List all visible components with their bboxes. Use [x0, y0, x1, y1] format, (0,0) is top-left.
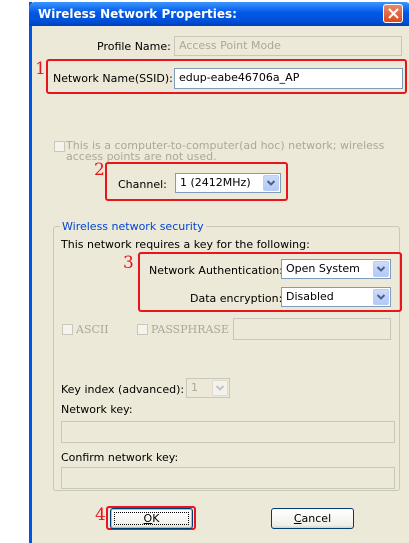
key-index-label: Key index (advanced): — [61, 383, 185, 396]
annotation-3: 3 — [123, 253, 134, 273]
window-title: Wireless Network Properties: — [38, 7, 237, 21]
ascii-checkbox[interactable] — [62, 324, 73, 335]
ok-button[interactable]: OK — [110, 508, 193, 529]
encryption-select[interactable]: Disabled — [281, 287, 391, 307]
confirm-key-label: Confirm network key: — [61, 451, 179, 464]
security-group-label: Wireless network security — [60, 220, 206, 233]
adhoc-checkbox[interactable] — [54, 141, 65, 152]
key-index-value: 1 — [191, 381, 198, 394]
auth-label: Network Authentication: — [149, 264, 283, 277]
passphrase-input — [233, 318, 391, 340]
chevron-down-icon — [212, 380, 228, 396]
channel-value: 1 (2412MHz) — [180, 176, 251, 189]
chevron-down-icon[interactable] — [373, 261, 389, 277]
auth-value: Open System — [286, 262, 360, 275]
ssid-input[interactable]: edup-eabe46706a_AP — [174, 68, 403, 89]
key-index-select: 1 — [186, 378, 230, 398]
passphrase-checkbox[interactable] — [137, 324, 148, 335]
encryption-label: Data encryption: — [190, 292, 283, 305]
auth-select[interactable]: Open System — [281, 259, 391, 279]
encryption-value: Disabled — [286, 290, 334, 303]
cancel-label-rest: ancel — [301, 512, 332, 525]
channel-label: Channel: — [118, 178, 167, 191]
passphrase-label: PASSPHRASE — [151, 323, 229, 336]
annotation-1: 1 — [35, 59, 46, 79]
annotation-4: 4 — [95, 505, 106, 525]
chevron-down-icon[interactable] — [263, 175, 279, 191]
annotation-2: 2 — [94, 160, 105, 180]
close-button[interactable] — [383, 4, 403, 23]
network-key-label: Network key: — [61, 403, 133, 416]
close-icon — [388, 8, 399, 19]
channel-select[interactable]: 1 (2412MHz) — [175, 173, 281, 193]
profile-name-label: Profile Name: — [97, 40, 171, 53]
focus-rectangle — [114, 512, 189, 525]
ssid-label: Network Name(SSID): — [53, 72, 173, 85]
ascii-label: ASCII — [76, 323, 109, 336]
cancel-label-mnemonic: C — [293, 512, 302, 525]
chevron-down-icon[interactable] — [373, 289, 389, 305]
confirm-key-input — [61, 467, 395, 489]
profile-name-field: Access Point Mode — [174, 36, 402, 56]
cancel-button[interactable]: Cancel — [271, 508, 354, 529]
network-key-input — [61, 421, 395, 443]
requires-key-text: This network requires a key for the foll… — [61, 238, 310, 251]
